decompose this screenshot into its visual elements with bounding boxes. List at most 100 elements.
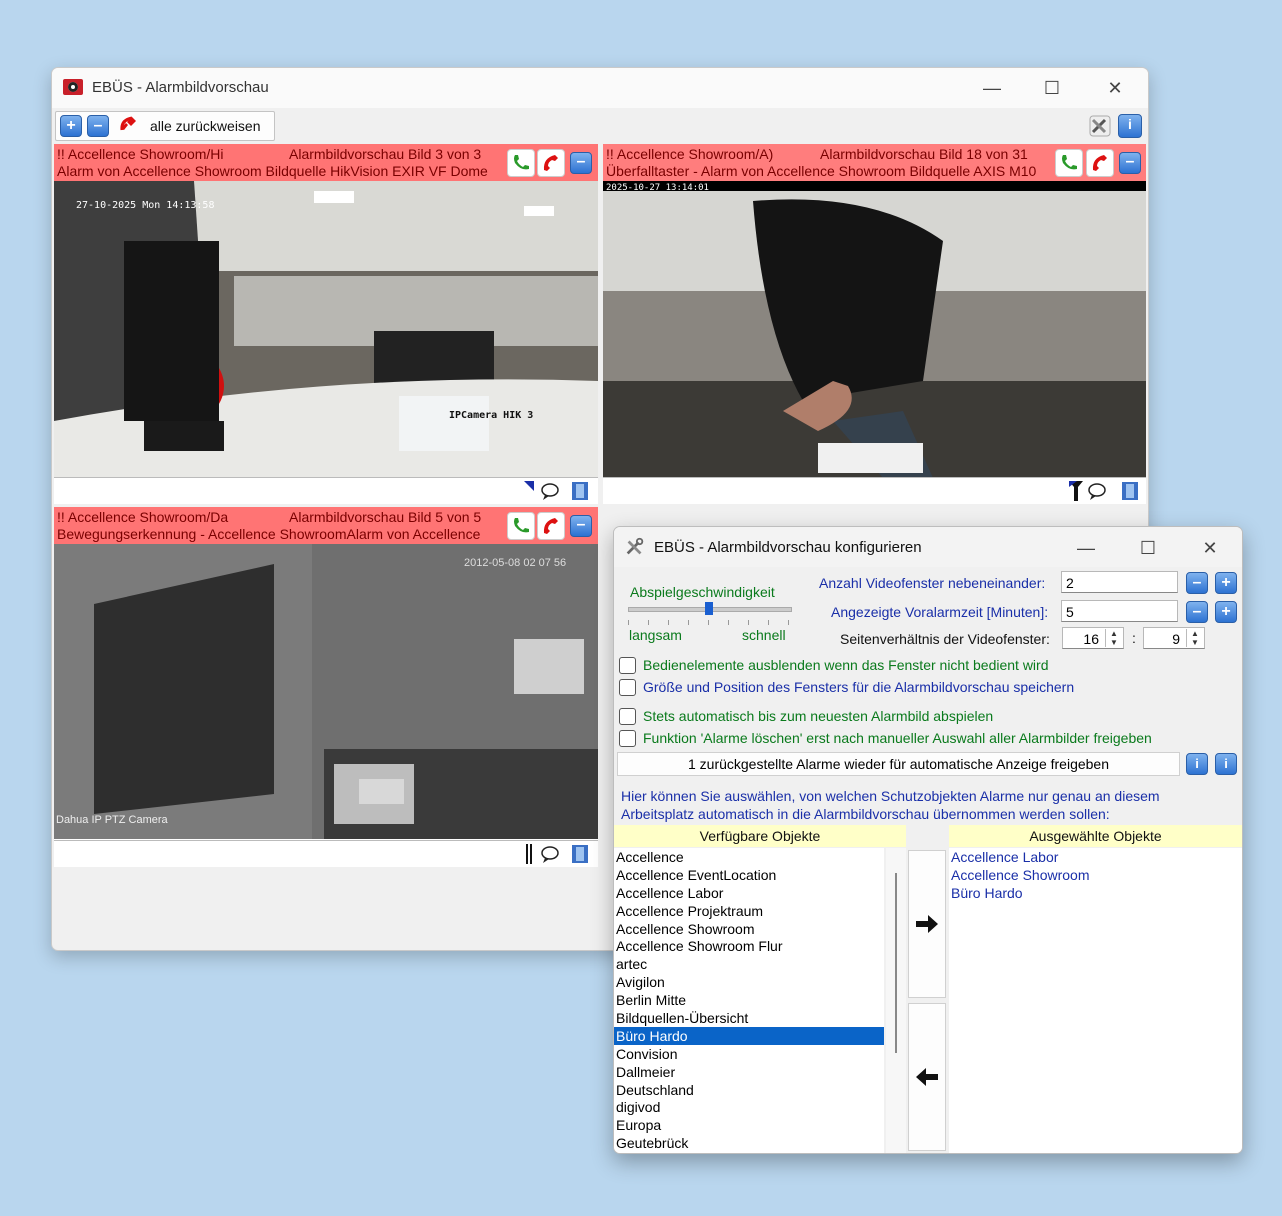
available-object-item[interactable]: Büro Hardo <box>614 1026 884 1045</box>
accept-call-button[interactable] <box>1055 149 1083 177</box>
film-icon[interactable] <box>570 481 590 501</box>
maximize-button[interactable]: ☐ <box>1128 535 1168 561</box>
video-pane-2[interactable]: !! Accellence Showroom/A) Alarmbildvorsc… <box>603 144 1146 504</box>
hangup-phone-icon[interactable] <box>118 114 138 136</box>
available-object-item[interactable]: Convision <box>614 1045 884 1063</box>
minimize-button[interactable]: — <box>1066 535 1106 561</box>
speech-bubble-icon[interactable] <box>540 481 560 501</box>
available-object-item[interactable]: Deutschland <box>614 1081 884 1099</box>
hide-controls-checkbox[interactable] <box>619 657 636 674</box>
selected-object-item[interactable]: Büro Hardo <box>949 884 1242 902</box>
minimize-button[interactable]: — <box>972 75 1012 101</box>
toolbar: + – alle zurückweisen i <box>52 110 1148 142</box>
speed-slow-label: langsam <box>629 627 682 643</box>
scrollbar-thumb[interactable] <box>895 873 897 1053</box>
available-object-item[interactable]: Berlin Mitte <box>614 991 884 1009</box>
available-object-item[interactable]: Accellence Labor <box>614 884 884 902</box>
available-object-item[interactable]: Dallmeier <box>614 1063 884 1081</box>
available-object-item[interactable]: Geutebrück <box>614 1134 884 1152</box>
config-dialog: EBÜS - Alarmbildvorschau konfigurieren —… <box>613 526 1243 1154</box>
green-phone-icon <box>514 518 529 533</box>
close-button[interactable]: ✕ <box>1190 535 1230 561</box>
available-object-item[interactable]: Europa <box>614 1116 884 1134</box>
speech-bubble-icon[interactable] <box>540 844 560 864</box>
title-bar: EBÜS - Alarmbildvorschau — ☐ ✕ <box>52 68 1148 108</box>
remove-object-button[interactable] <box>908 1003 946 1151</box>
available-object-item[interactable]: Accellence Projektraum <box>614 902 884 920</box>
accept-call-button[interactable] <box>507 149 535 177</box>
available-object-item[interactable]: Accellence Showroom Flur <box>614 937 884 955</box>
speech-bubble-icon[interactable] <box>1087 481 1107 501</box>
green-phone-icon <box>1062 155 1077 170</box>
available-object-item[interactable]: artec <box>614 955 884 973</box>
auto-play-newest-checkbox[interactable] <box>619 708 636 725</box>
reject-call-button[interactable] <box>1086 149 1114 177</box>
increase-windows-button[interactable]: + <box>1215 572 1237 594</box>
info-text-line1: Hier können Sie auswählen, von welchen S… <box>621 788 1160 804</box>
selected-object-item[interactable]: Accellence Labor <box>949 848 1242 866</box>
red-phone-icon <box>543 518 558 534</box>
reject-call-button[interactable] <box>537 512 565 540</box>
close-button[interactable]: ✕ <box>1095 75 1135 101</box>
windows-side-by-side-label: Anzahl Videofenster nebeneinander: <box>819 575 1046 591</box>
reject-all-label[interactable]: alle zurückweisen <box>150 118 261 134</box>
minimize-pane-button[interactable]: – <box>570 515 592 537</box>
available-object-item[interactable]: Bildquellen-Übersicht <box>614 1009 884 1027</box>
tools-icon[interactable] <box>1088 114 1112 138</box>
camera-image: 2025-10-27 13:14:01 <box>603 181 1146 478</box>
accept-call-button[interactable] <box>507 512 535 540</box>
hide-controls-label[interactable]: Bedienelemente ausblenden wenn das Fenst… <box>643 657 1049 673</box>
available-object-item[interactable]: digivod <box>614 1098 884 1116</box>
video-pane-3[interactable]: !! Accellence Showroom/Da Alarmbildvorsc… <box>54 507 598 867</box>
windows-side-by-side-field[interactable]: 2 <box>1061 571 1178 593</box>
add-object-button[interactable] <box>908 850 946 998</box>
info-button-1[interactable]: i <box>1186 753 1208 775</box>
film-icon[interactable] <box>1120 481 1140 501</box>
manual-delete-release-label[interactable]: Funktion 'Alarme löschen' erst nach manu… <box>643 730 1152 746</box>
info-button-2[interactable]: i <box>1215 753 1237 775</box>
video-pane-1[interactable]: !! Accellence Showroom/Hi Alarmbildvorsc… <box>54 144 598 504</box>
maximize-button[interactable]: ☐ <box>1032 75 1072 101</box>
available-object-item[interactable]: Avigilon <box>614 973 884 991</box>
decrease-pre-alarm-button[interactable]: – <box>1186 601 1208 623</box>
timestamp-overlay: 27-10-2025 Mon 14:13:58 <box>76 200 214 211</box>
film-icon[interactable] <box>570 844 590 864</box>
arrow-left-icon <box>916 1068 938 1086</box>
aspect-width-value: 16 <box>1083 631 1099 647</box>
reject-call-button[interactable] <box>537 149 565 177</box>
available-objects-list[interactable]: Accellence Accellence EventLocation Accell… <box>614 848 884 1153</box>
save-position-label[interactable]: Größe und Position des Fensters für die … <box>643 679 1074 695</box>
pane-image-counter: Alarmbildvorschau Bild 5 von 5 <box>289 509 482 525</box>
aspect-height-arrows[interactable]: ▲ ▼ <box>1186 629 1203 647</box>
aspect-width-arrows[interactable]: ▲ ▼ <box>1105 629 1122 647</box>
auto-play-newest-label[interactable]: Stets automatisch bis zum neuesten Alarm… <box>643 708 993 724</box>
dialog-title-bar: EBÜS - Alarmbildvorschau konfigurieren —… <box>614 527 1242 567</box>
timestamp-overlay: 2012-05-08 02 07 56 <box>464 557 566 569</box>
pane-alarm-source: !! Accellence Showroom/Hi <box>57 146 224 162</box>
info-button[interactable]: i <box>1118 114 1142 138</box>
pane-footer <box>54 477 598 504</box>
available-object-item[interactable]: Accellence EventLocation <box>614 866 884 884</box>
decrease-windows-button[interactable]: – <box>1186 572 1208 594</box>
minimize-pane-button[interactable]: – <box>570 152 592 174</box>
minimize-pane-button[interactable]: – <box>1119 152 1141 174</box>
pre-alarm-time-field[interactable]: 5 <box>1061 600 1178 622</box>
add-window-button[interactable]: + <box>60 115 82 137</box>
available-object-item[interactable]: Accellence <box>614 848 884 866</box>
pane-alarm-description: Bewegungserkennung - Accellence Showroom… <box>57 526 481 542</box>
marker-icon <box>524 481 534 491</box>
increase-pre-alarm-button[interactable]: + <box>1215 601 1237 623</box>
selected-object-item[interactable]: Accellence Showroom <box>949 866 1242 884</box>
pre-alarm-time-label: Angezeigte Voralarmzeit [Minuten]: <box>831 604 1049 620</box>
manual-delete-release-checkbox[interactable] <box>619 730 636 747</box>
aspect-height-value: 9 <box>1172 631 1180 647</box>
save-position-checkbox[interactable] <box>619 679 636 696</box>
slider-thumb[interactable] <box>705 602 713 615</box>
selected-objects-list[interactable]: Accellence Labor Accellence Showroom Büro … <box>949 848 1242 1153</box>
available-object-item[interactable]: Accellence Showroom <box>614 920 884 938</box>
release-deferred-alarms-button[interactable]: 1 zurückgestellte Alarme wieder für auto… <box>617 752 1180 776</box>
available-list-scrollbar[interactable] <box>886 848 906 1153</box>
pane-alarm-source: !! Accellence Showroom/A) <box>606 146 774 162</box>
camera-image: 2012-05-08 02 07 56 Dahua IP PTZ Camera <box>54 544 598 839</box>
remove-window-button[interactable]: – <box>87 115 109 137</box>
